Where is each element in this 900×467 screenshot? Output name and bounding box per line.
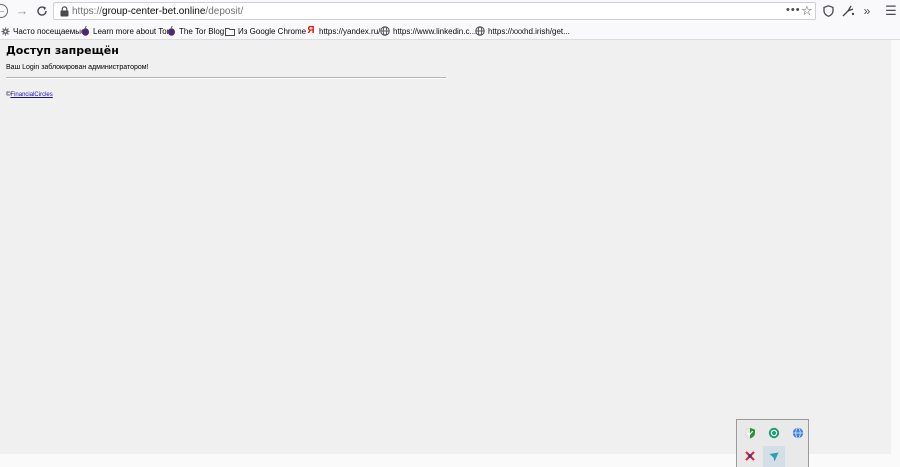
- bookmark-learn-tor[interactable]: Learn more about Tor: [80, 24, 169, 38]
- shield-icon: [822, 5, 834, 17]
- lock-icon[interactable]: [60, 6, 70, 17]
- page-actions-icon[interactable]: •••: [786, 4, 801, 16]
- page-footer: ©FinancialCircles: [6, 92, 53, 98]
- system-tray-popup: [736, 419, 809, 467]
- blue-globe-icon[interactable]: [789, 424, 807, 442]
- forward-button[interactable]: →: [14, 3, 30, 19]
- cursor-tray-icon[interactable]: [763, 446, 785, 467]
- scrollbar-track[interactable]: [891, 40, 900, 467]
- url-scheme: https://: [72, 6, 103, 17]
- bookmark-label: Learn more about Tor: [93, 26, 170, 36]
- bookmark-tor-blog[interactable]: The Tor Blog: [166, 24, 224, 38]
- tor-onion-icon: [166, 26, 176, 36]
- page-content: Доступ запрещён Ваш Login заблокирован а…: [0, 40, 891, 454]
- address-bar[interactable]: https://group-center-bet.online/deposit/…: [53, 2, 816, 20]
- footer-link[interactable]: FinancialCircles: [10, 92, 52, 98]
- bookmark-frequent[interactable]: Часто посещаемые: [0, 24, 85, 38]
- folder-icon: [225, 26, 235, 36]
- menu-button[interactable]: ☰: [884, 3, 898, 19]
- bookmark-label: https://xxxhd.irish/get...: [488, 26, 570, 36]
- bookmark-star-icon[interactable]: ☆: [801, 3, 813, 19]
- url-path: /deposit/: [205, 6, 244, 17]
- bookmark-yandex[interactable]: Я https://yandex.ru/: [306, 24, 380, 38]
- extension-icon: [842, 5, 854, 17]
- bookmark-label: The Tor Blog: [179, 26, 225, 36]
- shield-check-icon[interactable]: [741, 424, 759, 442]
- green-circle-icon[interactable]: [765, 424, 783, 442]
- gear-icon: [0, 26, 10, 36]
- page-title: Доступ запрещён: [6, 44, 119, 57]
- bookmark-label: https://yandex.ru/: [319, 26, 381, 36]
- red-network-icon[interactable]: [741, 447, 759, 465]
- reload-button[interactable]: [34, 3, 50, 19]
- url-text[interactable]: https://group-center-bet.online/deposit/: [72, 5, 243, 18]
- globe-icon: [475, 26, 485, 36]
- tor-onion-icon: [80, 26, 90, 36]
- bookmark-label: Из Google Chrome: [238, 26, 307, 36]
- yandex-icon: Я: [307, 25, 315, 36]
- shield-button[interactable]: [821, 3, 835, 19]
- page-divider: [6, 77, 446, 79]
- overflow-button[interactable]: »: [860, 3, 874, 19]
- browser-window: ← → https://group-center-bet.online/depo…: [0, 0, 900, 467]
- browser-toolbar: ← → https://group-center-bet.online/depo…: [0, 0, 900, 22]
- back-button[interactable]: ←: [0, 4, 8, 18]
- bookmark-label: Часто посещаемые: [13, 26, 86, 36]
- bookmarks-bar: Часто посещаемые Learn more about Tor Th…: [0, 22, 900, 40]
- extension-button[interactable]: [840, 3, 856, 19]
- bookmark-xxxhd[interactable]: https://xxxhd.irish/get...: [475, 24, 570, 38]
- globe-icon: [380, 26, 390, 36]
- bookmark-folder-chrome[interactable]: Из Google Chrome: [225, 24, 306, 38]
- page-message: Ваш Login заблокирован администратором!: [6, 64, 149, 71]
- url-host: group-center-bet.online: [102, 6, 206, 17]
- reload-icon: [37, 6, 47, 16]
- bookmark-label: https://www.linkedin.c...: [393, 26, 477, 36]
- bookmark-linkedin[interactable]: https://www.linkedin.c...: [380, 24, 476, 38]
